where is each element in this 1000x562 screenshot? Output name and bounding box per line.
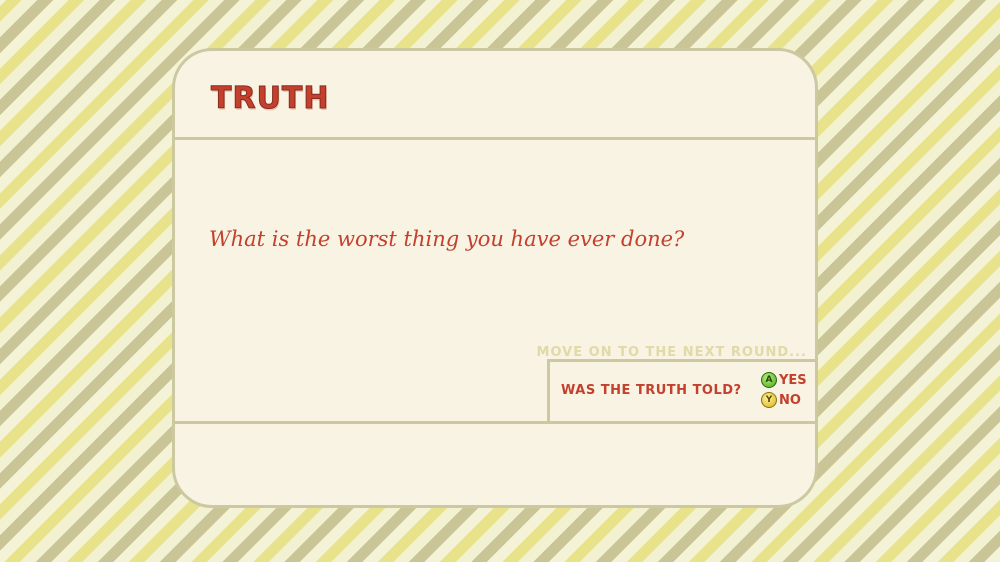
truth-question: What is the worst thing you have ever do… [209, 227, 685, 251]
footer-divider [175, 421, 815, 424]
truth-card: TRUTH What is the worst thing you have e… [172, 48, 818, 508]
truth-told-question: WAS THE TRUTH TOLD? [561, 383, 742, 398]
no-option[interactable]: Y NO [761, 392, 801, 408]
a-button-icon: A [761, 372, 777, 388]
y-button-icon: Y [761, 392, 777, 408]
header-divider [175, 137, 815, 140]
no-label: NO [779, 392, 801, 408]
next-round-label: MOVE ON TO THE NEXT ROUND... [536, 345, 807, 360]
yes-option[interactable]: A YES [761, 372, 807, 388]
yes-label: YES [779, 372, 807, 388]
card-title: TRUTH [211, 81, 330, 117]
truth-confirm-panel: WAS THE TRUTH TOLD? A YES Y NO [547, 359, 815, 424]
